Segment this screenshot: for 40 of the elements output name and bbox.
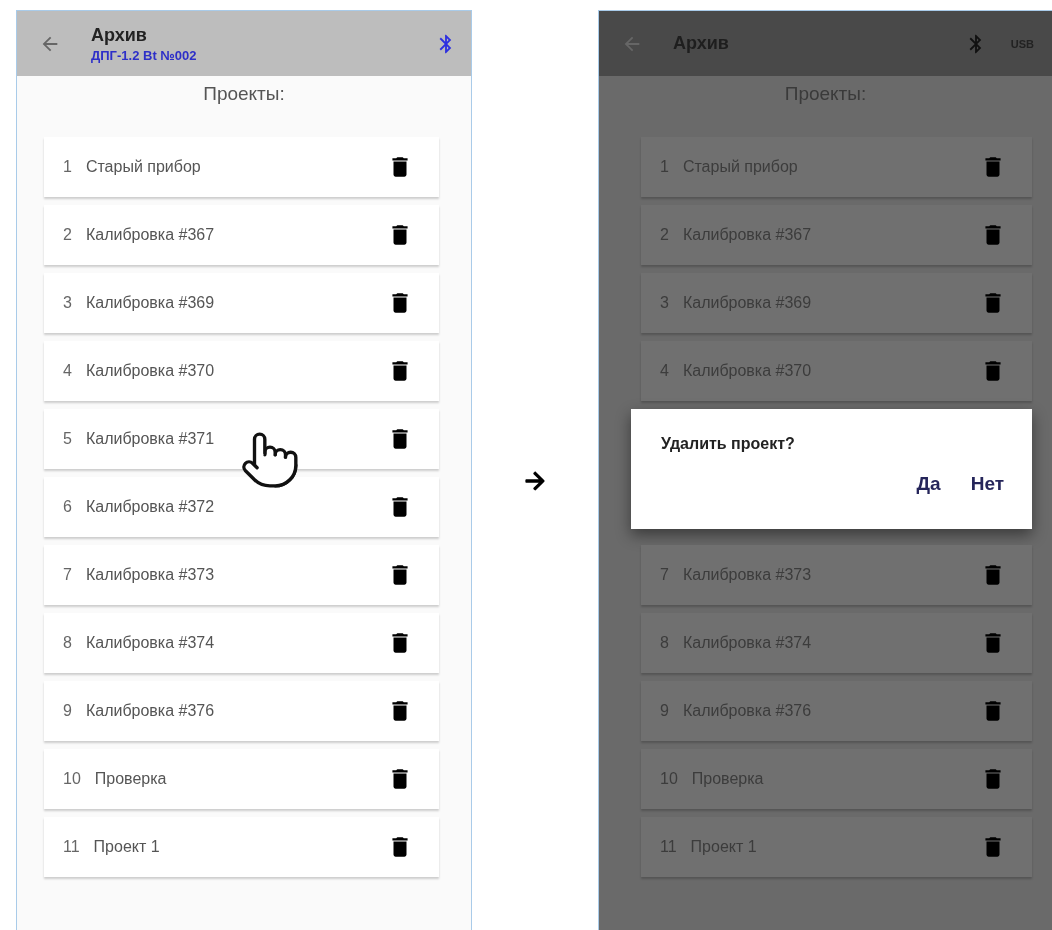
right-arrow-icon: [524, 470, 546, 492]
project-row[interactable]: 5 Калибровка #371: [44, 409, 439, 469]
project-row[interactable]: 6 Калибровка #372: [44, 477, 439, 537]
project-number: 6: [63, 498, 72, 516]
project-row[interactable]: 9 Калибровка #376: [44, 681, 439, 741]
dialog-message: Удалить проект?: [661, 435, 796, 453]
project-name: Проверка: [94, 770, 168, 788]
project-name: Старый прибор: [85, 158, 202, 176]
project-row[interactable]: 10 Проверка: [44, 749, 439, 809]
section-heading: Проекты:: [202, 83, 286, 105]
project-row[interactable]: 1 Старый прибор: [44, 137, 439, 197]
screen-title: Архив: [91, 24, 148, 46]
project-row[interactable]: 2 Калибровка #367: [44, 205, 439, 265]
project-name: Калибровка #369: [85, 294, 216, 312]
project-number: 9: [63, 702, 72, 720]
project-name: Проект 1: [93, 838, 161, 856]
project-row[interactable]: 8 Калибровка #374: [44, 613, 439, 673]
project-number: 5: [63, 430, 72, 448]
project-row[interactable]: 3 Калибровка #369: [44, 273, 439, 333]
project-number: 8: [63, 634, 72, 652]
project-name: Калибровка #372: [85, 498, 216, 516]
project-row[interactable]: 11 Проект 1: [44, 817, 439, 877]
project-number: 3: [63, 294, 72, 312]
project-name: Калибровка #376: [85, 702, 216, 720]
project-name: Калибровка #374: [85, 634, 216, 652]
project-row[interactable]: 4 Калибровка #370: [44, 341, 439, 401]
project-number: 11: [63, 838, 80, 856]
project-name: Калибровка #370: [85, 362, 216, 380]
project-row[interactable]: 7 Калибровка #373: [44, 545, 439, 605]
dialog-button[interactable]: Да: [916, 473, 941, 495]
project-name: Калибровка #367: [85, 226, 216, 244]
project-number: 1: [63, 158, 72, 176]
project-number: 10: [63, 770, 81, 788]
project-name: Калибровка #371: [85, 430, 216, 448]
dialog-button[interactable]: Нет: [970, 473, 1004, 495]
project-number: 7: [63, 566, 72, 584]
project-name: Калибровка #373: [85, 566, 216, 584]
device-name: ДПГ-1.2 Bt №002: [91, 47, 198, 63]
project-number: 2: [63, 226, 72, 244]
project-number: 4: [63, 362, 72, 380]
